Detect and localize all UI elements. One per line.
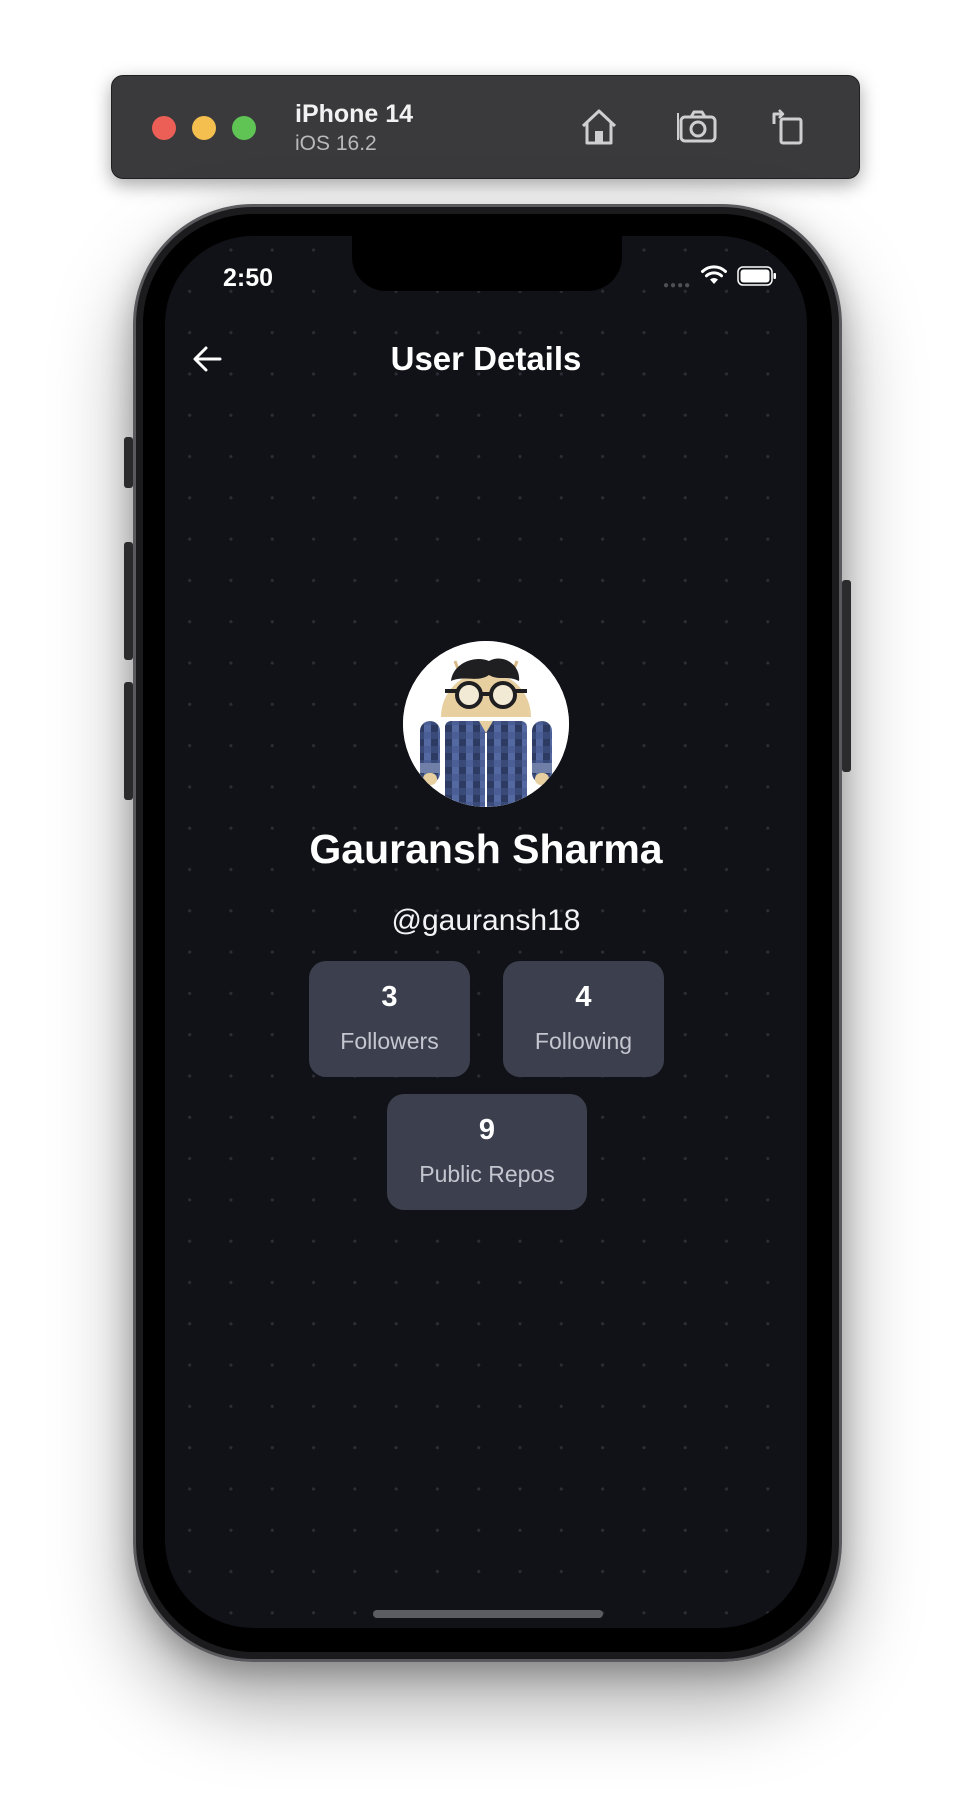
followers-label: Followers bbox=[340, 1028, 439, 1054]
zoom-window-button[interactable] bbox=[232, 116, 256, 140]
status-time: 2:50 bbox=[223, 264, 274, 292]
power-button bbox=[842, 580, 851, 772]
public-repos-card[interactable]: 9 Public Repos bbox=[387, 1094, 587, 1210]
app-screen: 2:50 ●●●● User Details Gauransh Sharma @… bbox=[165, 236, 807, 1628]
following-label: Following bbox=[534, 1028, 633, 1054]
rotate-icon[interactable] bbox=[766, 104, 812, 150]
home-indicator[interactable] bbox=[373, 1610, 603, 1618]
page-title: User Details bbox=[390, 340, 582, 377]
user-name: Gauransh Sharma bbox=[309, 826, 663, 872]
minimize-window-button[interactable] bbox=[192, 116, 216, 140]
close-window-button[interactable] bbox=[152, 116, 176, 140]
wifi-icon bbox=[700, 264, 728, 286]
volume-down-button bbox=[124, 682, 133, 800]
public-repos-count: 9 bbox=[478, 1114, 496, 1146]
followers-card[interactable]: 3 Followers bbox=[309, 961, 470, 1077]
battery-icon bbox=[737, 266, 777, 286]
silent-switch bbox=[124, 437, 133, 488]
avatar bbox=[403, 641, 569, 807]
followers-count: 3 bbox=[381, 981, 398, 1013]
home-icon[interactable] bbox=[576, 104, 622, 150]
public-repos-label: Public Repos bbox=[419, 1161, 555, 1187]
following-card[interactable]: 4 Following bbox=[503, 961, 664, 1077]
os-version: iOS 16.2 bbox=[295, 132, 377, 155]
following-count: 4 bbox=[575, 981, 592, 1013]
signal-dots-icon: ●●●● bbox=[663, 280, 692, 291]
screenshot-icon[interactable] bbox=[675, 104, 721, 150]
volume-up-button bbox=[124, 542, 133, 660]
user-handle: @gauransh18 bbox=[391, 904, 581, 937]
simulator-toolbar: iPhone 14 iOS 16.2 bbox=[111, 75, 860, 179]
notch bbox=[352, 236, 622, 291]
device-name: iPhone 14 bbox=[295, 100, 414, 128]
